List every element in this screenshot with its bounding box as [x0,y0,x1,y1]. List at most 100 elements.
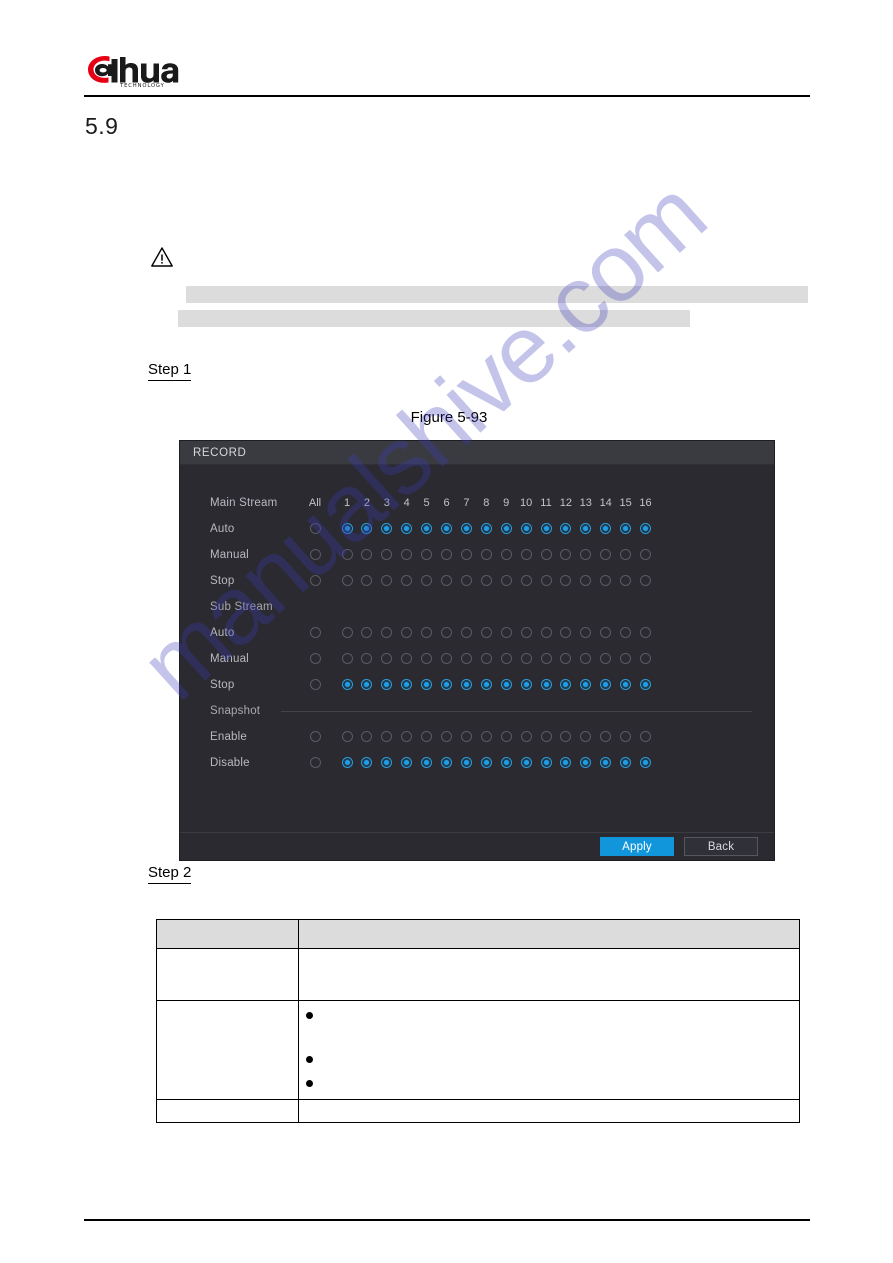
radio-sub-stream-manual-ch7[interactable] [460,653,472,664]
radio-main-stream-manual-ch10[interactable] [520,549,532,560]
radio-sub-stream-auto-ch14[interactable] [600,627,612,638]
radio-sub-stream-stop-ch11[interactable] [540,679,552,690]
radio-sub-stream-manual-ch5[interactable] [421,653,433,664]
radio-main-stream-stop-ch7[interactable] [460,575,472,586]
radio-snapshot-enable-ch12[interactable] [560,731,572,742]
radio-main-stream-stop-ch10[interactable] [520,575,532,586]
radio-snapshot-disable-ch16[interactable] [640,757,651,768]
radio-snapshot-disable-ch3[interactable] [381,757,393,768]
radio-main-stream-auto-ch9[interactable] [500,523,512,534]
radio-sub-stream-stop-all[interactable] [309,679,321,690]
radio-snapshot-disable-ch2[interactable] [361,757,373,768]
radio-main-stream-manual-ch16[interactable] [640,549,651,560]
radio-sub-stream-auto-ch3[interactable] [381,627,393,638]
radio-sub-stream-auto-ch8[interactable] [480,627,492,638]
radio-sub-stream-manual-ch9[interactable] [500,653,512,664]
radio-sub-stream-manual-ch1[interactable] [341,653,353,664]
radio-main-stream-auto-ch16[interactable] [640,523,651,534]
radio-sub-stream-stop-ch8[interactable] [480,679,492,690]
apply-button[interactable]: Apply [600,837,674,856]
radio-sub-stream-stop-ch6[interactable] [441,679,452,690]
radio-main-stream-manual-ch8[interactable] [480,549,492,560]
radio-main-stream-manual-ch4[interactable] [401,549,413,560]
radio-snapshot-disable-ch1[interactable] [341,757,353,768]
radio-snapshot-disable-ch14[interactable] [600,757,612,768]
radio-snapshot-enable-ch5[interactable] [421,731,433,742]
radio-sub-stream-auto-ch13[interactable] [580,627,592,638]
radio-main-stream-manual-ch1[interactable] [341,549,353,560]
radio-sub-stream-stop-ch10[interactable] [520,679,532,690]
radio-main-stream-stop-ch11[interactable] [540,575,552,586]
radio-main-stream-manual-ch9[interactable] [500,549,512,560]
radio-sub-stream-auto-ch11[interactable] [540,627,552,638]
radio-snapshot-enable-ch4[interactable] [401,731,413,742]
radio-main-stream-manual-ch14[interactable] [600,549,612,560]
radio-main-stream-stop-ch16[interactable] [640,575,651,586]
radio-snapshot-disable-ch5[interactable] [421,757,433,768]
radio-sub-stream-stop-ch16[interactable] [640,679,651,690]
radio-snapshot-disable-ch13[interactable] [580,757,592,768]
radio-sub-stream-manual-ch6[interactable] [441,653,452,664]
radio-main-stream-manual-ch13[interactable] [580,549,592,560]
radio-main-stream-stop-ch3[interactable] [381,575,393,586]
radio-sub-stream-stop-ch3[interactable] [381,679,393,690]
radio-sub-stream-auto-ch4[interactable] [401,627,413,638]
radio-sub-stream-stop-ch2[interactable] [361,679,373,690]
radio-sub-stream-stop-ch14[interactable] [600,679,612,690]
radio-snapshot-enable-ch13[interactable] [580,731,592,742]
radio-main-stream-stop-ch15[interactable] [620,575,632,586]
radio-snapshot-enable-ch8[interactable] [480,731,492,742]
radio-main-stream-auto-ch7[interactable] [460,523,472,534]
radio-snapshot-disable-all[interactable] [309,757,321,768]
radio-sub-stream-auto-ch2[interactable] [361,627,373,638]
radio-sub-stream-stop-ch13[interactable] [580,679,592,690]
radio-sub-stream-auto-ch12[interactable] [560,627,572,638]
radio-sub-stream-manual-ch3[interactable] [381,653,393,664]
radio-main-stream-auto-ch6[interactable] [441,523,452,534]
radio-sub-stream-stop-ch4[interactable] [401,679,413,690]
radio-sub-stream-manual-ch12[interactable] [560,653,572,664]
radio-sub-stream-auto-ch1[interactable] [341,627,353,638]
radio-sub-stream-manual-ch14[interactable] [600,653,612,664]
radio-main-stream-auto-ch12[interactable] [560,523,572,534]
radio-sub-stream-stop-ch15[interactable] [620,679,632,690]
radio-main-stream-auto-ch5[interactable] [421,523,433,534]
radio-sub-stream-stop-ch5[interactable] [421,679,433,690]
radio-main-stream-manual-ch11[interactable] [540,549,552,560]
radio-sub-stream-manual-ch15[interactable] [620,653,632,664]
radio-main-stream-manual-ch12[interactable] [560,549,572,560]
radio-main-stream-auto-ch13[interactable] [580,523,592,534]
radio-snapshot-enable-ch16[interactable] [640,731,651,742]
radio-main-stream-auto-ch2[interactable] [361,523,373,534]
radio-snapshot-enable-ch7[interactable] [460,731,472,742]
radio-snapshot-disable-ch11[interactable] [540,757,552,768]
radio-main-stream-manual-all[interactable] [309,549,321,560]
radio-sub-stream-manual-ch2[interactable] [361,653,373,664]
radio-main-stream-auto-ch14[interactable] [600,523,612,534]
radio-main-stream-stop-ch13[interactable] [580,575,592,586]
radio-sub-stream-auto-ch5[interactable] [421,627,433,638]
radio-sub-stream-auto-ch10[interactable] [520,627,532,638]
radio-sub-stream-stop-ch7[interactable] [460,679,472,690]
radio-sub-stream-manual-ch11[interactable] [540,653,552,664]
radio-sub-stream-auto-ch9[interactable] [500,627,512,638]
radio-main-stream-auto-ch3[interactable] [381,523,393,534]
radio-snapshot-enable-ch2[interactable] [361,731,373,742]
radio-sub-stream-stop-ch12[interactable] [560,679,572,690]
radio-main-stream-manual-ch6[interactable] [441,549,452,560]
radio-snapshot-enable-ch1[interactable] [341,731,353,742]
radio-main-stream-manual-ch3[interactable] [381,549,393,560]
radio-main-stream-auto-ch15[interactable] [620,523,632,534]
radio-snapshot-disable-ch8[interactable] [480,757,492,768]
radio-main-stream-stop-ch9[interactable] [500,575,512,586]
radio-sub-stream-manual-ch10[interactable] [520,653,532,664]
radio-main-stream-manual-ch5[interactable] [421,549,433,560]
radio-main-stream-stop-ch14[interactable] [600,575,612,586]
radio-snapshot-enable-ch6[interactable] [441,731,452,742]
radio-snapshot-enable-ch9[interactable] [500,731,512,742]
radio-main-stream-stop-all[interactable] [309,575,321,586]
radio-snapshot-enable-ch11[interactable] [540,731,552,742]
radio-main-stream-stop-ch5[interactable] [421,575,433,586]
radio-main-stream-auto-ch4[interactable] [401,523,413,534]
radio-main-stream-auto-ch10[interactable] [520,523,532,534]
